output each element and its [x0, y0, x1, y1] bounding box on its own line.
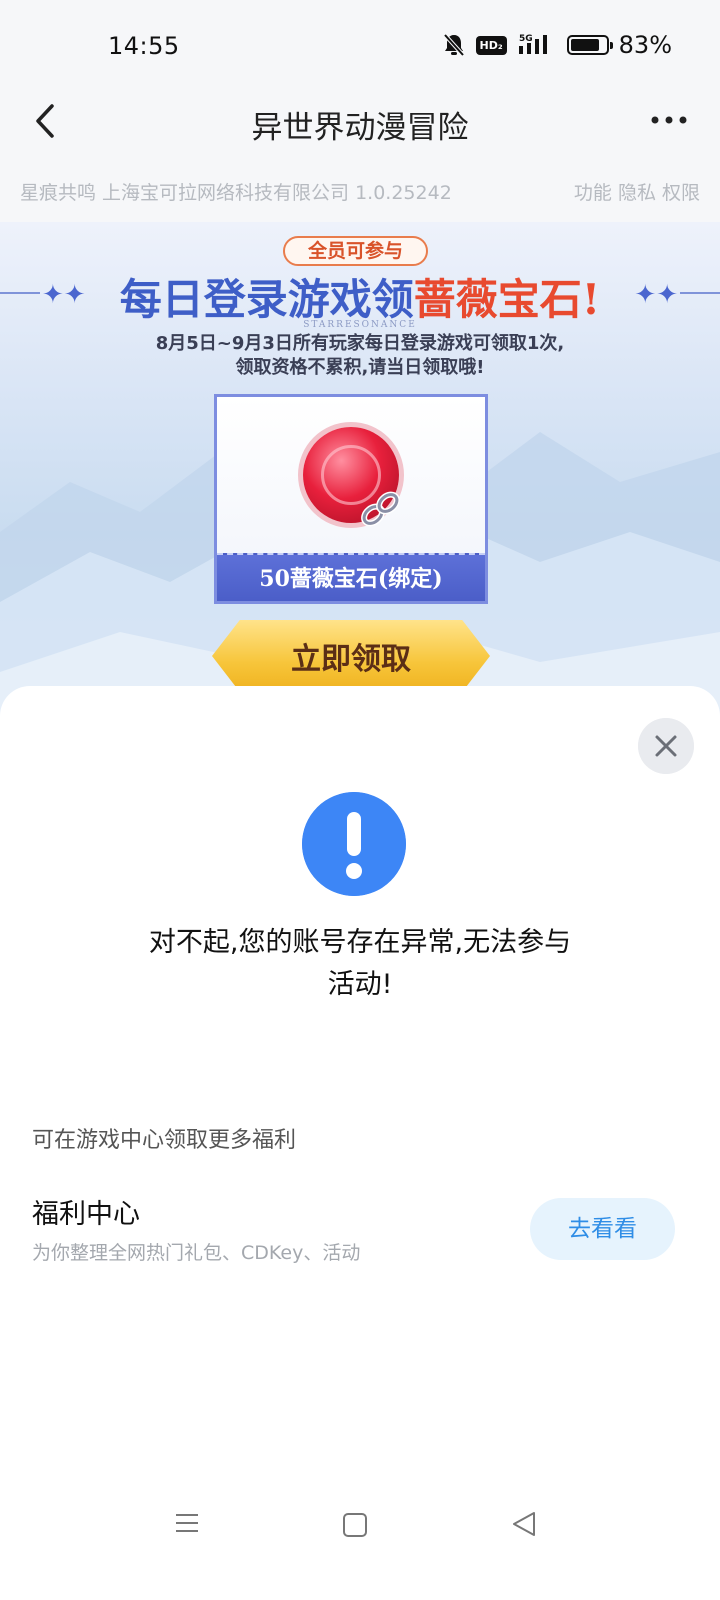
- banner-title-highlight: 蔷薇宝石!: [413, 275, 601, 324]
- system-navigation-bar: [0, 1500, 720, 1600]
- banner-desc-line1: 8月5日~9月3日所有玩家每日登录游戏可领取1次,: [155, 333, 565, 354]
- reward-card: 50蔷薇宝石(绑定): [214, 394, 488, 604]
- banner-title-main: 每日登录游戏领: [119, 275, 414, 324]
- claim-now-button[interactable]: 立即领取: [212, 620, 490, 692]
- info-links[interactable]: 功能 隐私 权限: [574, 178, 700, 205]
- hd-call-icon: HD₂: [475, 35, 507, 55]
- page-title: 异世界动漫冒险: [251, 110, 469, 146]
- event-banner: ✦✦ ✦✦ 全员可参与 每日登录游戏领蔷薇宝石! STARRESONANCE 8…: [0, 222, 720, 742]
- developer-info: 星痕共鸣 上海宝可拉网络科技有限公司 1.0.25242: [20, 182, 452, 204]
- more-benefits-hint: 可在游戏中心领取更多福利: [32, 1128, 297, 1153]
- go-see-button[interactable]: 去看看: [530, 1198, 675, 1260]
- event-tag: 全员可参与: [283, 236, 428, 266]
- banner-desc-line2: 领取资格不累积,请当日领取哦!: [235, 357, 485, 378]
- more-dots-icon[interactable]: [644, 98, 694, 142]
- claim-now-label: 立即领取: [291, 642, 411, 677]
- chain-link-icon: [361, 491, 400, 527]
- close-icon[interactable]: [638, 718, 694, 774]
- battery-icon: [566, 35, 613, 55]
- app-info-row: 星痕共鸣 上海宝可拉网络科技有限公司 1.0.25242 功能 隐私 权限: [0, 164, 720, 222]
- home-icon[interactable]: [343, 1513, 367, 1537]
- error-bottom-sheet: 对不起,您的账号存在异常,无法参与 活动! 可在游戏中心领取更多福利 福利中心 …: [0, 686, 720, 1600]
- status-bar: 14:55 HD₂ 5G 83%: [0, 0, 720, 78]
- error-message-line1: 对不起,您的账号存在异常,无法参与: [148, 927, 572, 958]
- error-message: 对不起,您的账号存在异常,无法参与 活动!: [100, 922, 620, 1006]
- status-time: 14:55: [108, 32, 180, 60]
- mute-bell-icon: [443, 33, 464, 57]
- screen: 14:55 HD₂ 5G 83% 异世界动漫冒险 星痕共鸣 上海宝可拉网络科技有…: [0, 0, 720, 1600]
- top-nav-bar: 异世界动漫冒险: [0, 78, 720, 164]
- reward-label: 50蔷薇宝石(绑定): [217, 553, 485, 601]
- exclamation-icon: [302, 792, 406, 896]
- back-triangle-icon[interactable]: [510, 1510, 538, 1538]
- welfare-center-description: 为你整理全网热门礼包、CDKey、活动: [32, 1242, 361, 1264]
- welfare-center-title: 福利中心: [32, 1199, 140, 1230]
- battery-text: 83%: [618, 31, 672, 59]
- svg-text:5G: 5G: [519, 34, 533, 44]
- banner-title: 每日登录游戏领蔷薇宝石!: [0, 266, 720, 327]
- status-icons: HD₂ 5G 83%: [442, 30, 672, 60]
- banner-subtitle: STARRESONANCE: [303, 320, 417, 330]
- signal-5g-icon: 5G: [518, 34, 547, 54]
- banner-description: 8月5日~9月3日所有玩家每日登录游戏可领取1次, 领取资格不累积,请当日领取哦…: [0, 332, 720, 380]
- error-message-line2: 活动!: [327, 969, 393, 1000]
- menu-icon[interactable]: [174, 1510, 200, 1536]
